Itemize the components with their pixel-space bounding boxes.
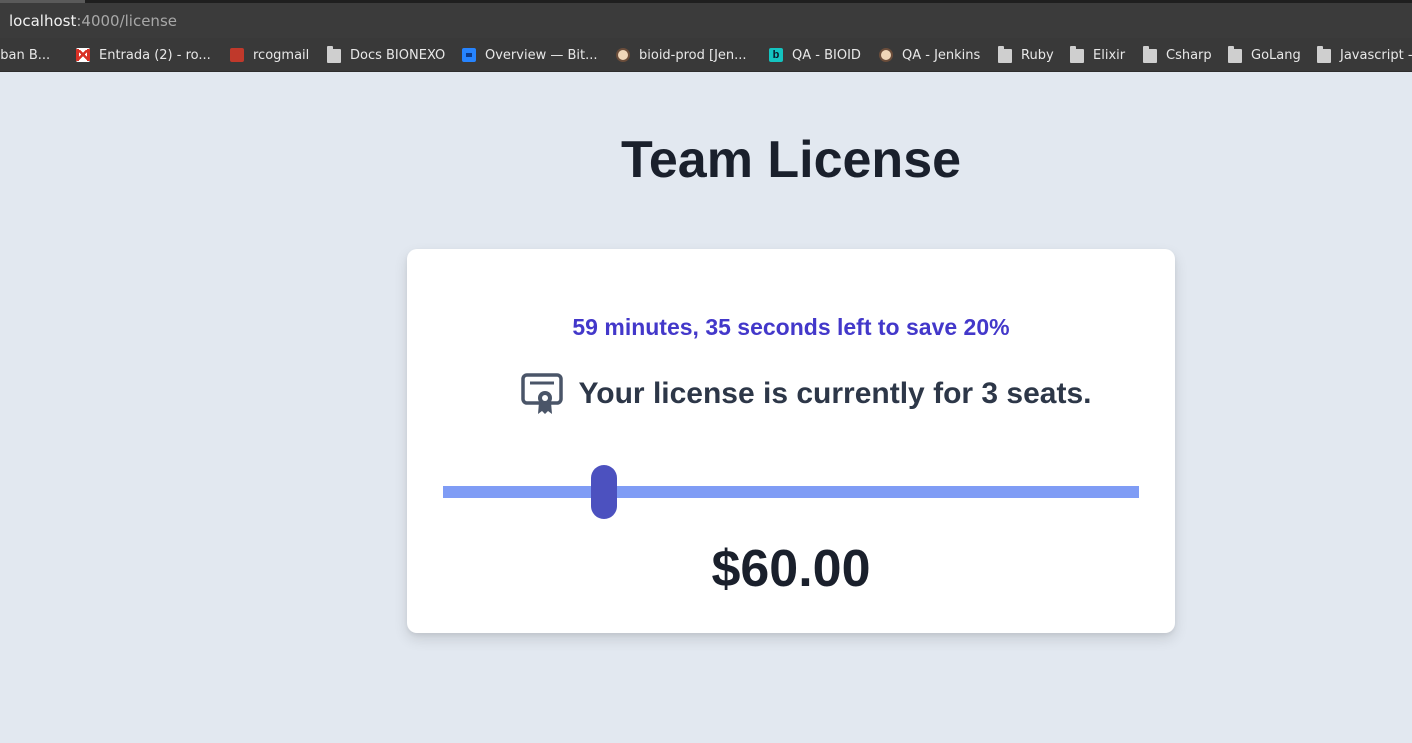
- bookmark-label: QA - Jenkins: [902, 47, 981, 63]
- bookmark-kanban[interactable]: nban B...: [0, 38, 51, 71]
- folder-icon: [1228, 46, 1242, 63]
- bookmark-label: Csharp: [1166, 47, 1212, 63]
- bookmarks-bar: nban B... Entrada (2) - ro... rcogmail D…: [0, 38, 1412, 72]
- folder-icon: [1143, 46, 1157, 63]
- url-path: :4000/license: [76, 12, 177, 30]
- url-host: localhost: [9, 12, 77, 30]
- bookmark-bioid-prod[interactable]: bioid-prod [Jen...: [616, 38, 747, 71]
- license-card: 59 minutes, 35 seconds left to save 20% …: [407, 249, 1175, 633]
- jenkins-icon: [879, 48, 893, 62]
- active-tab-indicator: [0, 0, 85, 3]
- bookmark-label: GoLang: [1251, 47, 1301, 63]
- folder-icon: [998, 46, 1012, 63]
- discount-countdown: 59 minutes, 35 seconds left to save 20%: [572, 314, 1010, 340]
- bookmark-label: Docs BIONEXO: [350, 47, 446, 63]
- bookmark-label: nban B...: [0, 47, 51, 63]
- folder-icon: [1070, 46, 1084, 63]
- page-title: Team License: [620, 131, 962, 189]
- folder-icon: [327, 46, 341, 63]
- bookmark-label: bioid-prod [Jen...: [639, 47, 747, 63]
- bookmark-qa-jenkins[interactable]: QA - Jenkins: [879, 38, 981, 71]
- bookmark-rcogmail[interactable]: rcogmail: [230, 38, 310, 71]
- jenkins-icon: [616, 48, 630, 62]
- seats-slider[interactable]: [443, 462, 1139, 519]
- bookmark-ruby[interactable]: Ruby: [998, 38, 1054, 71]
- url-text[interactable]: localhost:4000/license: [9, 12, 177, 30]
- slider-thumb[interactable]: [591, 465, 618, 519]
- bookmark-elixir[interactable]: Elixir: [1070, 38, 1126, 71]
- bookmark-qa-bioid[interactable]: b QA - BIOID: [769, 38, 861, 71]
- bookmark-gmail[interactable]: Entrada (2) - ro...: [76, 38, 211, 71]
- bookmark-label: QA - BIOID: [792, 47, 861, 63]
- bookmark-csharp[interactable]: Csharp: [1143, 38, 1212, 71]
- bookmark-label: Elixir: [1093, 47, 1126, 63]
- slider-track[interactable]: [443, 486, 1139, 498]
- bookmark-golang[interactable]: GoLang: [1228, 38, 1301, 71]
- bitbucket-icon: [462, 48, 476, 62]
- bookmark-label: Javascript -: [1340, 47, 1412, 63]
- bookmark-docs-bionexo[interactable]: Docs BIONEXO: [327, 38, 446, 71]
- bookmark-label: rcogmail: [253, 47, 310, 63]
- seats-text: Your license is currently for 3 seats.: [578, 377, 1092, 410]
- browser-address-bar[interactable]: localhost:4000/license: [0, 0, 1412, 38]
- rcogmail-icon: [230, 48, 244, 62]
- certificate-icon: [520, 373, 563, 414]
- gmail-icon: [76, 48, 90, 62]
- folder-icon: [1317, 46, 1331, 63]
- bookmark-bitbucket[interactable]: Overview — Bit...: [462, 38, 598, 71]
- bookmark-label: Ruby: [1021, 47, 1054, 63]
- bookmark-javascript[interactable]: Javascript -: [1317, 38, 1412, 71]
- seats-summary: Your license is currently for 3 seats.: [407, 373, 1175, 415]
- bioid-icon: b: [769, 48, 783, 62]
- bookmark-label: Overview — Bit...: [485, 47, 598, 63]
- price-display: $60.00: [711, 540, 871, 598]
- bookmark-label: Entrada (2) - ro...: [99, 47, 211, 63]
